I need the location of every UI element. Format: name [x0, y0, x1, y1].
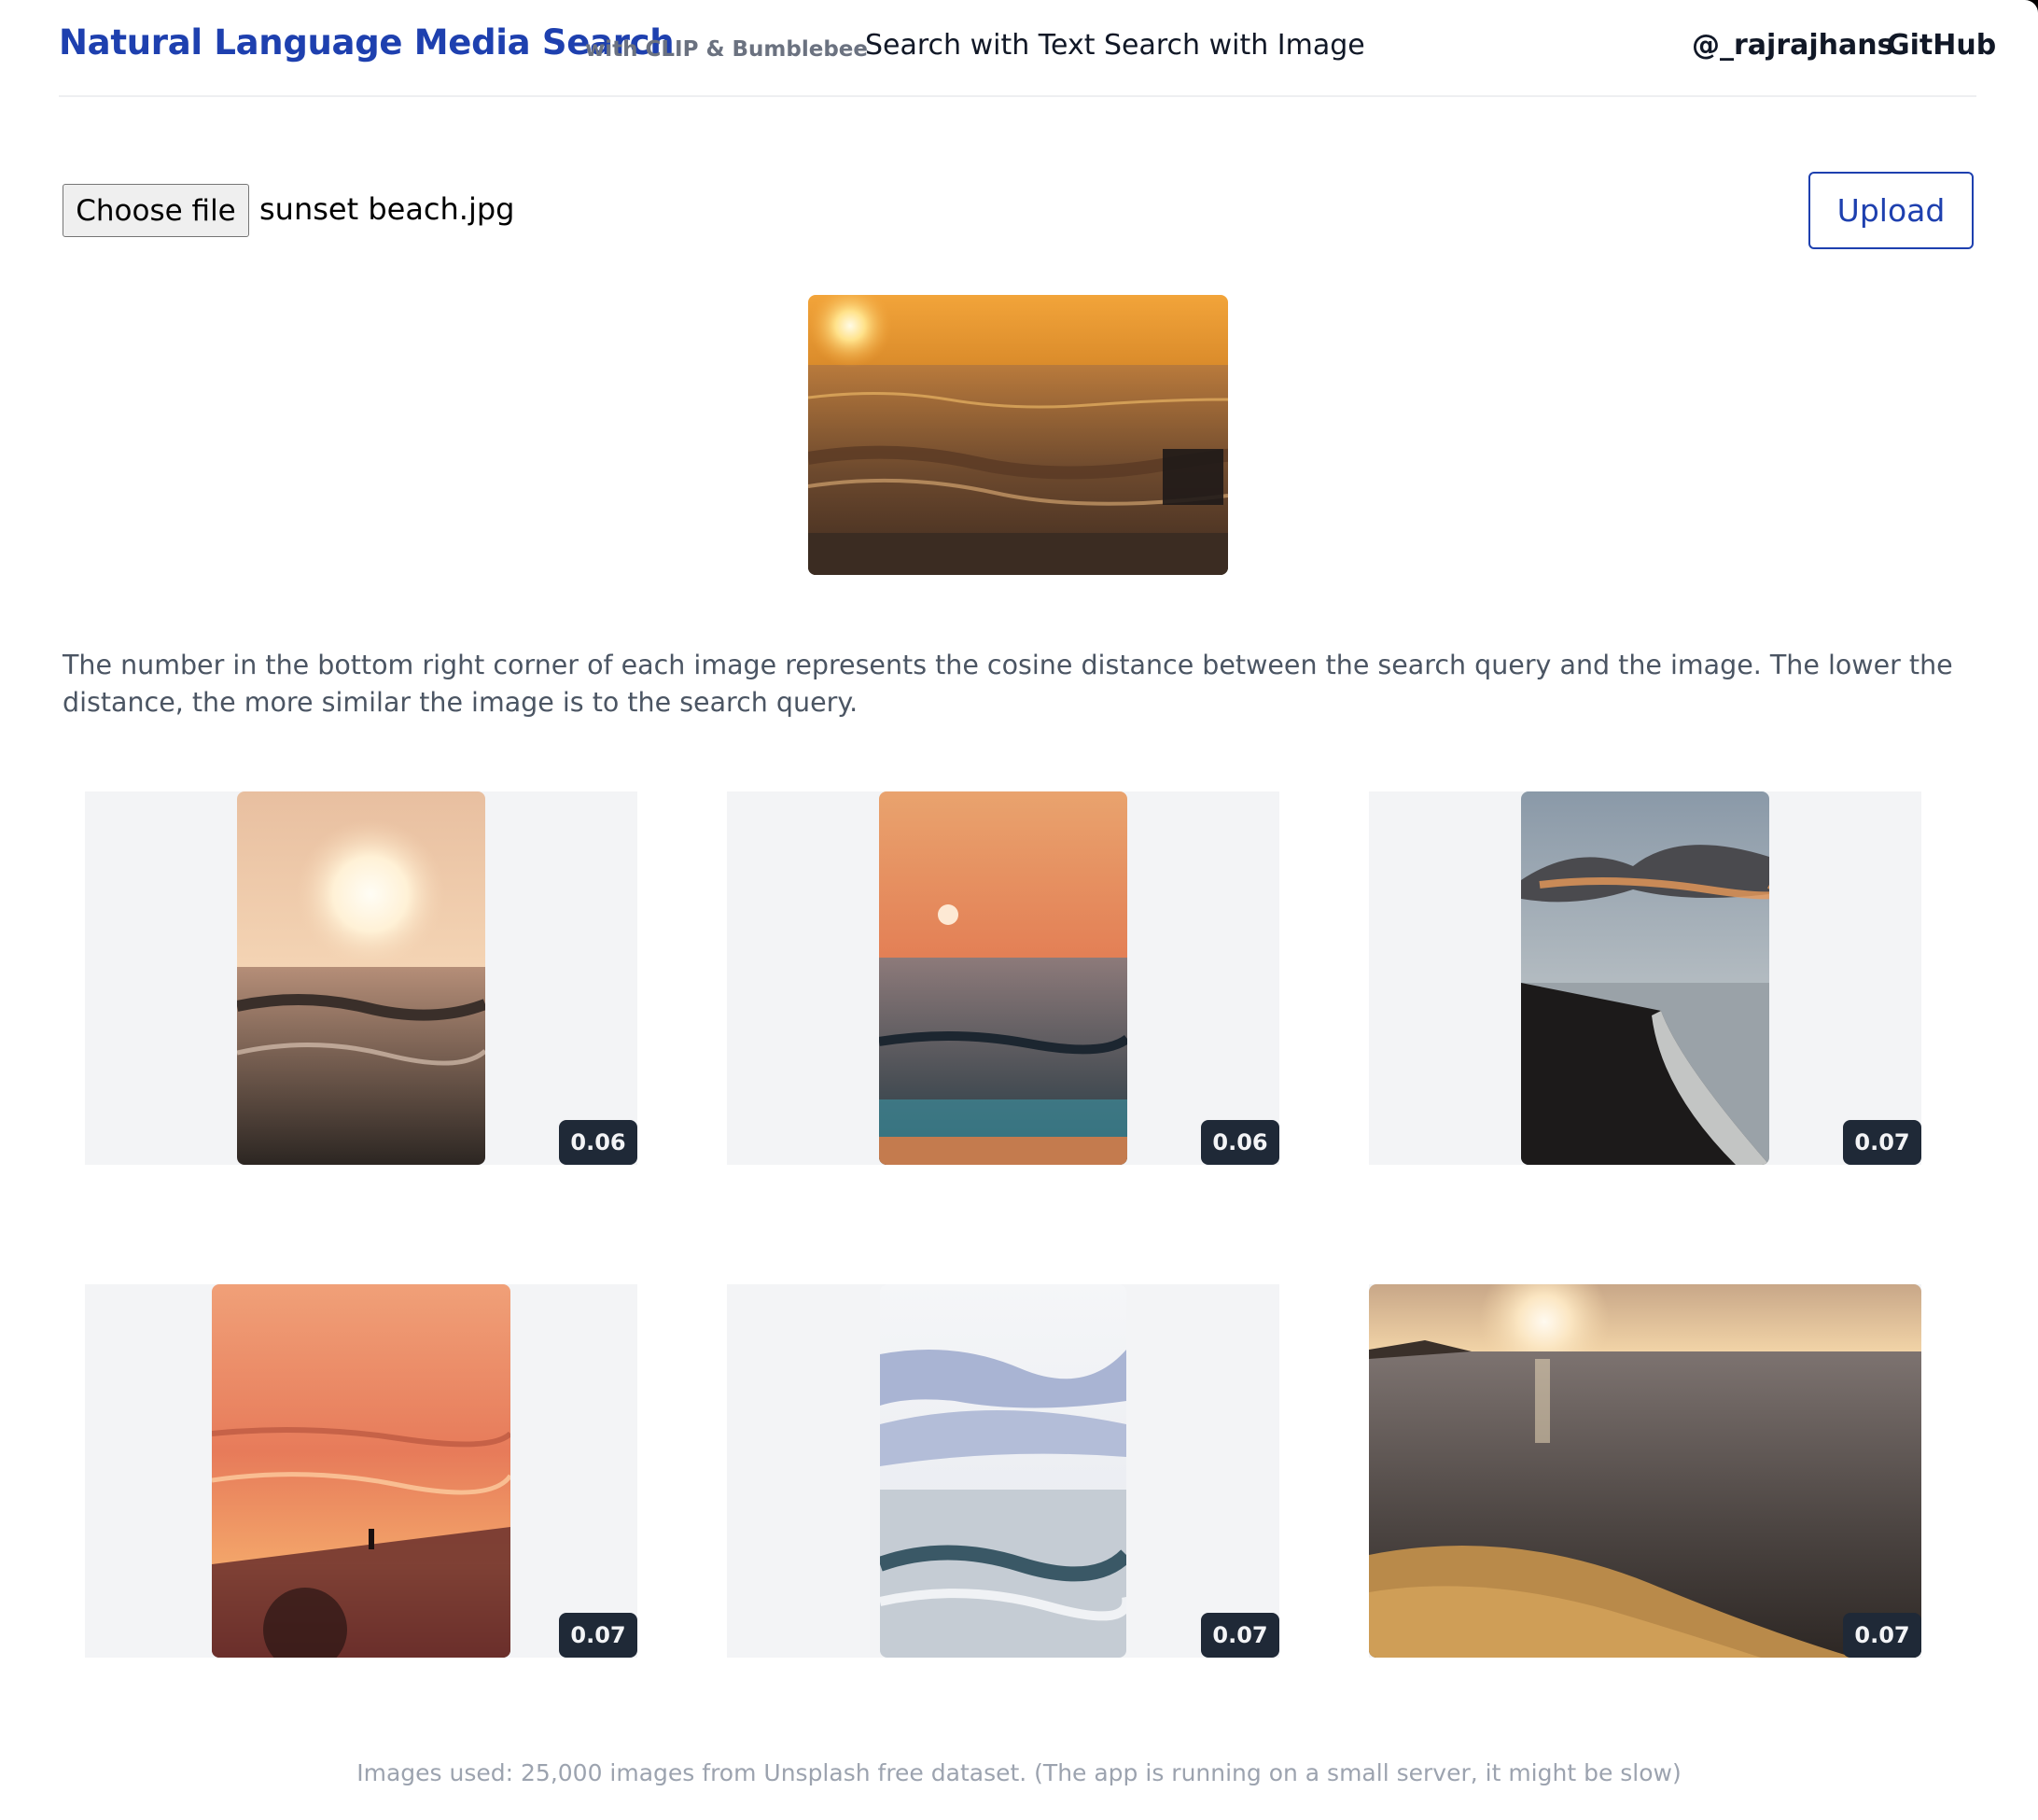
distance-badge: 0.07 — [1843, 1613, 1921, 1658]
result-image — [1521, 791, 1769, 1165]
footer-note: Images used: 25,000 images from Unsplash… — [356, 1759, 1682, 1786]
distance-badge: 0.07 — [1201, 1613, 1279, 1658]
header: Natural Language Media Search with CLIP … — [59, 0, 1996, 97]
result-image — [212, 1284, 510, 1658]
app-title[interactable]: Natural Language Media Search — [59, 22, 675, 63]
result-image — [880, 1284, 1126, 1658]
result-card[interactable]: 0.07 — [1369, 1284, 1921, 1658]
result-card[interactable]: 0.06 — [85, 791, 637, 1165]
nav-search-with-text[interactable]: Search with Text — [865, 29, 1095, 62]
result-card[interactable]: 0.07 — [85, 1284, 637, 1658]
distance-badge: 0.07 — [559, 1613, 637, 1658]
nav-search-with-image[interactable]: Search with Image — [1104, 29, 1365, 62]
upload-button[interactable]: Upload — [1808, 172, 1974, 249]
github-link[interactable]: GitHub — [1887, 29, 1996, 62]
page: Natural Language Media Search with CLIP … — [0, 0, 2038, 1820]
result-image — [1369, 1284, 1921, 1658]
app-subtitle: with CLIP & Bumblebee — [585, 37, 869, 62]
choose-file-button[interactable]: Choose file — [63, 184, 249, 237]
result-image — [879, 791, 1127, 1165]
result-card[interactable]: 0.06 — [727, 791, 1279, 1165]
distance-badge: 0.06 — [559, 1120, 637, 1165]
distance-badge: 0.07 — [1843, 1120, 1921, 1165]
distance-explanation: The number in the bottom right corner of… — [63, 650, 1953, 718]
distance-badge: 0.06 — [1201, 1120, 1279, 1165]
result-image — [237, 791, 485, 1165]
selected-file-name: sunset beach.jpg — [259, 191, 515, 227]
result-card[interactable]: 0.07 — [1369, 791, 1921, 1165]
result-card[interactable]: 0.07 — [727, 1284, 1279, 1658]
uploaded-image-preview — [808, 295, 1228, 575]
twitter-link[interactable]: @_rajrajhans — [1692, 29, 1893, 62]
